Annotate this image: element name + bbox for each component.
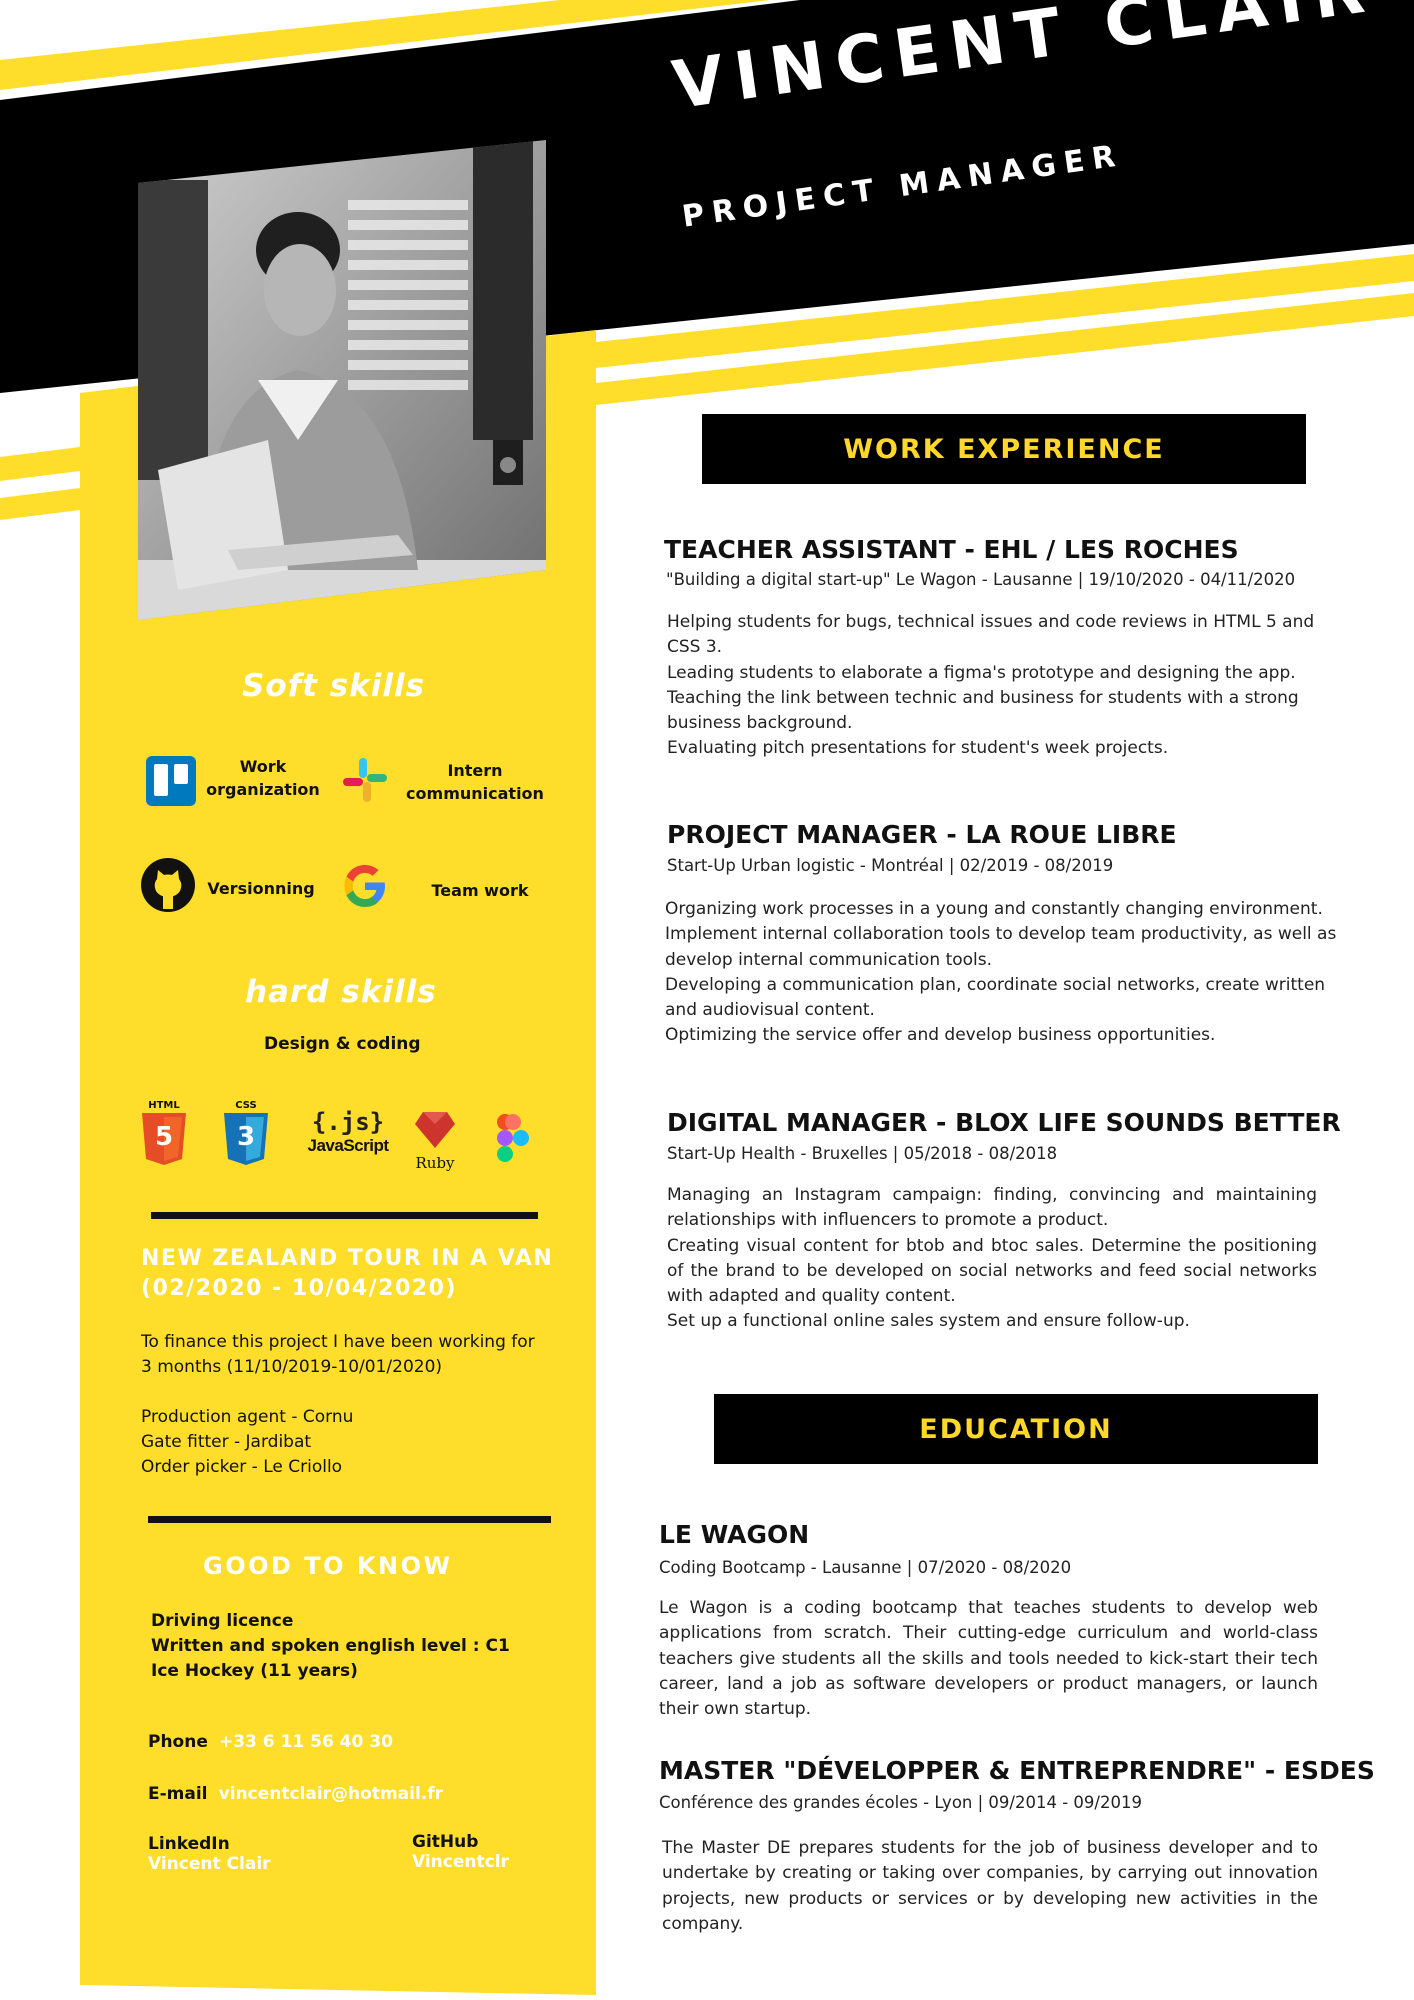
job-line: develop internal communication tools. <box>665 949 993 970</box>
education-subtitle: Conférence des grandes écoles - Lyon | 0… <box>659 1793 1142 1812</box>
education-header: EDUCATION <box>714 1394 1318 1464</box>
job-line: Evaluating pitch presentations for stude… <box>667 738 1169 759</box>
tour-text-line1: To finance this project I have been work… <box>141 1332 535 1352</box>
tour-title-line1: NEW ZEALAND TOUR IN A VAN <box>141 1246 554 1271</box>
yellow-stripe-left-1 <box>0 447 80 481</box>
education-title: MASTER "DÉVELOPPER & ENTREPRENDRE" - ESD… <box>659 1756 1375 1785</box>
good-to-know-title: GOOD TO KNOW <box>203 1552 453 1580</box>
google-icon <box>344 865 385 907</box>
tour-title-line2: (02/2020 - 10/04/2020) <box>141 1276 457 1301</box>
email-value[interactable]: vincentclair@hotmail.fr <box>219 1784 443 1804</box>
good-to-know-item: Written and spoken english level : C1 <box>151 1636 510 1656</box>
linkedin-value[interactable]: Vincent Clair <box>148 1854 271 1874</box>
skill-label-intern-communication: Intern communication <box>406 761 544 803</box>
skill-label-team-work: Team work <box>431 881 529 900</box>
html5-icon: HTML 5 <box>140 1100 188 1170</box>
education-description: The Master DE prepares students for the … <box>662 1838 1318 1934</box>
github-label: GitHub <box>412 1832 479 1852</box>
job-line: Helping students for bugs, technical iss… <box>667 612 1315 632</box>
education-description: Le Wagon is a coding bootcamp that teach… <box>659 1598 1318 1720</box>
good-to-know-item: Ice Hockey (11 years) <box>151 1661 358 1681</box>
work-experience-header: WORK EXPERIENCE <box>702 414 1306 484</box>
job-description: Helping students for bugs, technical iss… <box>667 610 1347 762</box>
sidebar-divider-2 <box>148 1516 551 1523</box>
yellow-stripe-left-2 <box>0 488 80 520</box>
job-line: Leading students to elaborate a figma's … <box>667 662 1296 683</box>
figma-icon <box>497 1114 529 1162</box>
job-subtitle: Start-Up Health - Bruxelles | 05/2018 - … <box>667 1144 1058 1163</box>
good-to-know-list: Driving licence Written and spoken engli… <box>151 1609 510 1684</box>
tour-job: Production agent - Cornu <box>141 1407 354 1427</box>
job-line: Developing a communication plan, coordin… <box>665 974 1326 995</box>
job-description: Managing an Instagram campaign: finding,… <box>667 1185 1317 1332</box>
javascript-icon: {.js} JavaScript <box>300 1108 396 1168</box>
skill-label-work-organization: Work organization <box>206 757 320 799</box>
phone-value[interactable]: +33 6 11 56 40 30 <box>219 1732 393 1752</box>
tour-text-line2: 3 months (11/10/2019-10/01/2020) <box>141 1357 443 1377</box>
hard-skills-subtitle: Design & coding <box>264 1034 421 1054</box>
js-glyph: {.js} <box>311 1108 385 1136</box>
job-subtitle: "Building a digital start-up" Le Wagon -… <box>666 570 1296 589</box>
css3-glyph: 3 <box>236 1122 256 1152</box>
job-line: Implement internal collaboration tools t… <box>665 924 1337 945</box>
github-value[interactable]: Vincentclr <box>412 1852 509 1872</box>
ruby-icon: Ruby <box>410 1110 460 1176</box>
css3-icon: CSS 3 <box>222 1100 270 1170</box>
trello-icon <box>146 756 196 806</box>
tour-job: Gate fitter - Jardibat <box>141 1432 312 1452</box>
job-title: DIGITAL MANAGER - BLOX LIFE SOUNDS BETTE… <box>667 1108 1341 1137</box>
job-line: CSS 3. <box>667 637 723 658</box>
profile-photo <box>138 140 546 620</box>
education-subtitle: Coding Bootcamp - Lausanne | 07/2020 - 0… <box>659 1558 1072 1577</box>
email-label: E-mail <box>148 1784 208 1804</box>
job-line: and audiovisual content. <box>665 1000 875 1021</box>
skill-label-versionning: Versionning <box>207 879 315 898</box>
job-title: TEACHER ASSISTANT - EHL / LES ROCHES <box>664 535 1239 564</box>
contact-github: GitHub Vincentclr <box>412 1832 509 1872</box>
sidebar-divider-1 <box>151 1212 538 1219</box>
html-label: HTML <box>148 1100 180 1111</box>
job-line: Optimizing the service offer and develop… <box>665 1025 1216 1046</box>
js-label: JavaScript <box>307 1136 390 1155</box>
html5-glyph: 5 <box>154 1122 174 1152</box>
hard-skills-title: hard skills <box>245 974 437 1010</box>
tour-description: To finance this project I have been work… <box>141 1330 581 1480</box>
contact-linkedin: LinkedIn Vincent Clair <box>148 1834 271 1874</box>
education-title: LE WAGON <box>659 1520 810 1549</box>
github-icon <box>141 858 195 912</box>
soft-skills-title: Soft skills <box>242 668 426 704</box>
job-subtitle: Start-Up Urban logistic - Montréal | 02/… <box>667 856 1114 875</box>
job-line: Organizing work processes in a young and… <box>665 899 1323 919</box>
good-to-know-item: Driving licence <box>151 1611 294 1631</box>
ruby-label: Ruby <box>415 1154 455 1172</box>
slack-icon <box>343 758 387 802</box>
job-description: Organizing work processes in a young and… <box>665 897 1355 1049</box>
tour-title: NEW ZEALAND TOUR IN A VAN (02/2020 - 10/… <box>141 1244 553 1304</box>
contact-email: E-mail vincentclair@hotmail.fr <box>148 1784 443 1804</box>
job-title: PROJECT MANAGER - LA ROUE LIBRE <box>667 820 1177 849</box>
job-line: Teaching the link between technic and bu… <box>667 687 1299 708</box>
job-line: business background. <box>667 713 853 734</box>
contact-phone: Phone +33 6 11 56 40 30 <box>148 1732 393 1752</box>
tour-job: Order picker - Le Criollo <box>141 1457 343 1477</box>
phone-label: Phone <box>148 1732 208 1752</box>
linkedin-label: LinkedIn <box>148 1834 230 1854</box>
css-label: CSS <box>235 1100 257 1111</box>
